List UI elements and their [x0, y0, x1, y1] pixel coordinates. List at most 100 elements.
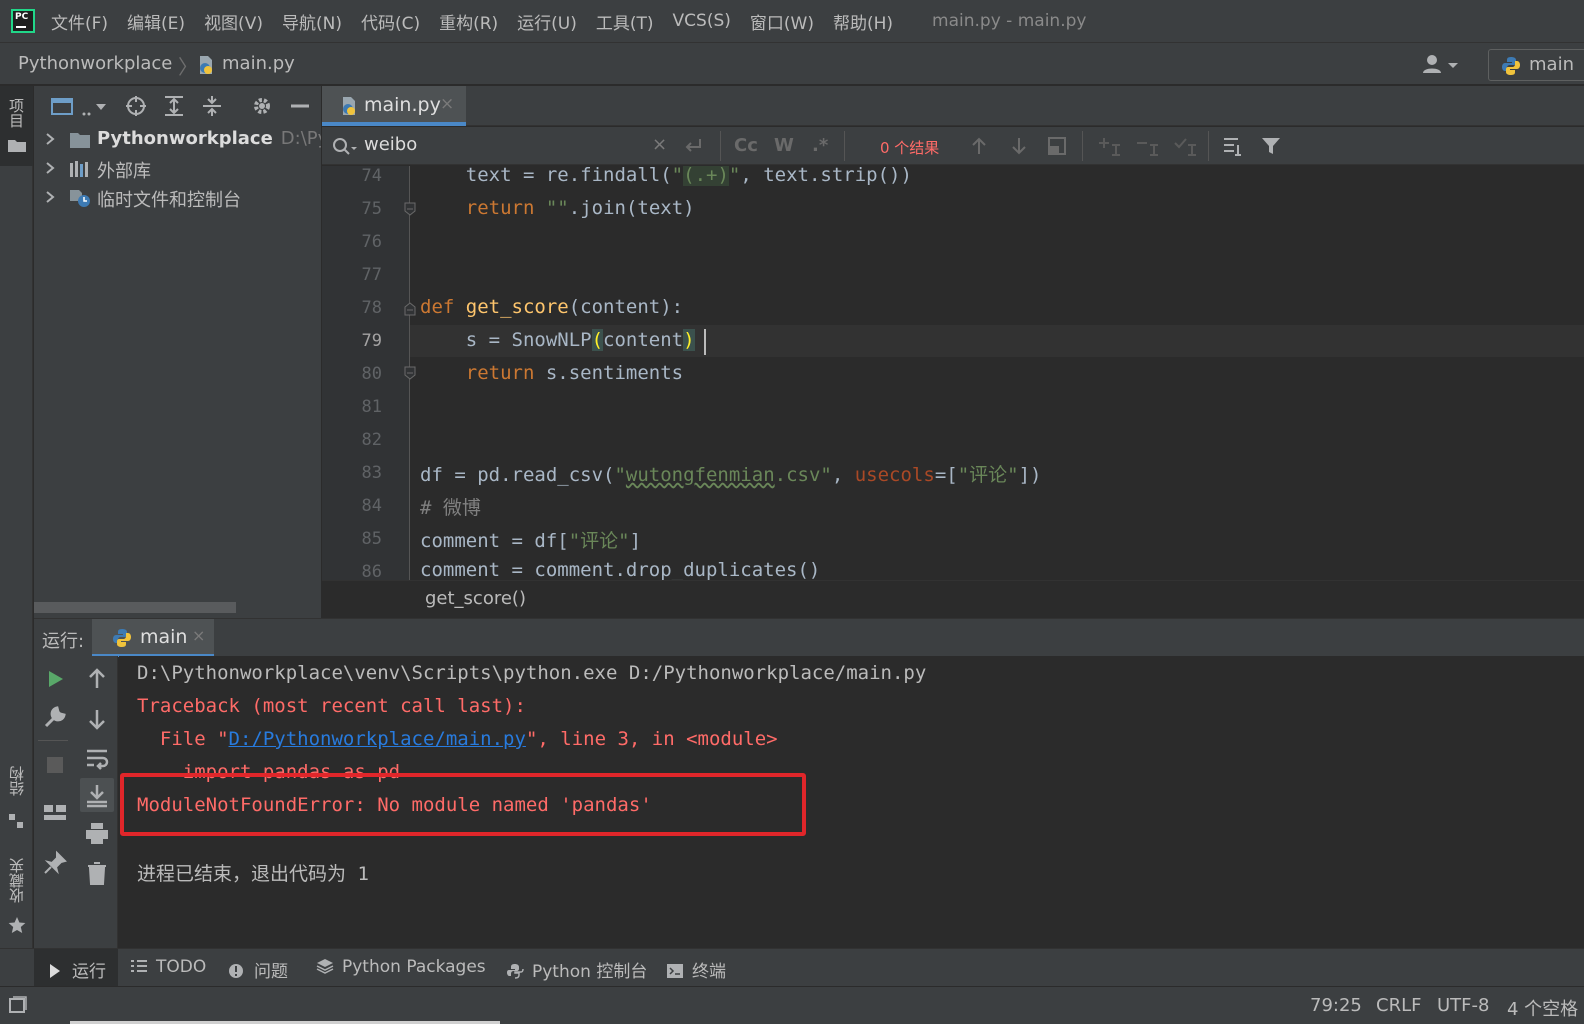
favorites-tool-button[interactable]: 收藏夹: [0, 858, 33, 938]
breadcrumb-project[interactable]: Pythonworkplace: [18, 53, 172, 74]
menu-vcs[interactable]: VCS(S): [673, 11, 731, 31]
line-number: 80: [361, 364, 382, 384]
toolwindow-packages-button[interactable]: Python Packages: [316, 957, 486, 977]
scroll-to-end-toggle[interactable]: [80, 778, 114, 812]
logo-text: PC: [15, 12, 29, 22]
soft-wrap-icon[interactable]: [84, 746, 110, 772]
stop-icon[interactable]: [42, 752, 68, 778]
horizontal-scrollbar[interactable]: [34, 602, 236, 613]
structure-icon: [9, 814, 23, 828]
menu-file[interactable]: 文件(F): [51, 9, 108, 34]
tree-item-scratches[interactable]: 临时文件和控制台: [34, 184, 321, 213]
tree-item-external-libraries[interactable]: 外部库: [34, 155, 321, 184]
tool-windows-toggle-icon[interactable]: [8, 995, 28, 1015]
locate-file-icon[interactable]: [124, 94, 148, 118]
gear-icon[interactable]: [250, 94, 274, 118]
toolwindow-todo-button[interactable]: TODO: [130, 957, 206, 977]
divider: [1082, 131, 1083, 161]
status-bar: 79:25 CRLF UTF-8 4 个空格: [0, 986, 1584, 1024]
remove-occurrence-icon[interactable]: [1134, 135, 1160, 157]
status-caret-position[interactable]: 79:25: [1310, 995, 1362, 1016]
pycharm-logo-icon: PC: [11, 9, 35, 33]
line-number: 74: [361, 166, 382, 186]
previous-occurrence-icon[interactable]: [968, 135, 990, 157]
search-icon[interactable]: [332, 137, 358, 157]
filter-search-results-icon[interactable]: [1222, 135, 1244, 157]
collapse-all-icon[interactable]: [200, 94, 224, 118]
project-tool-button[interactable]: 项目: [0, 86, 33, 166]
toolwindow-python-console-button[interactable]: Python 控制台: [506, 957, 647, 982]
menu-edit[interactable]: 编辑(E): [127, 9, 185, 34]
menu-navigate[interactable]: 导航(N): [282, 9, 342, 34]
close-icon[interactable]: ×: [192, 626, 205, 645]
line-number: 78: [361, 298, 382, 318]
select-all-occurrences-icon[interactable]: [1172, 135, 1198, 157]
menu-view[interactable]: 视图(V): [204, 9, 263, 34]
menu-window[interactable]: 窗口(W): [750, 9, 814, 34]
clear-search-icon[interactable]: ×: [652, 134, 667, 155]
next-occurrence-icon[interactable]: [1008, 135, 1030, 157]
hide-panel-icon[interactable]: [288, 94, 312, 118]
match-case-toggle[interactable]: Cc: [734, 135, 758, 156]
breadcrumb-function[interactable]: get_score(): [425, 588, 526, 609]
line-number: 75: [361, 199, 382, 219]
status-line-separator[interactable]: CRLF: [1376, 995, 1421, 1016]
structure-tool-button[interactable]: 结构: [0, 766, 33, 836]
close-icon[interactable]: ×: [440, 94, 454, 114]
view-mode-icon[interactable]: [50, 94, 110, 118]
whole-words-toggle[interactable]: W: [774, 135, 794, 156]
expand-all-icon[interactable]: [162, 94, 186, 118]
run-tab-main[interactable]: main ×: [92, 619, 214, 657]
status-encoding[interactable]: UTF-8: [1437, 995, 1489, 1016]
breadcrumb-file[interactable]: main.py: [222, 53, 295, 74]
star-icon: [8, 917, 26, 933]
layers-icon: [316, 959, 334, 974]
menu-tools[interactable]: 工具(T): [596, 9, 654, 34]
user-account-icon[interactable]: [1420, 53, 1462, 77]
warning-circle-icon: [229, 964, 243, 978]
arrow-down-icon[interactable]: [84, 706, 110, 732]
wrench-icon[interactable]: [42, 704, 68, 730]
print-icon[interactable]: [84, 820, 110, 846]
toolwindow-problems-button[interactable]: 问题: [228, 957, 288, 982]
tree-item-project[interactable]: Pythonworkplace D:\Pyth: [34, 126, 321, 155]
fold-end-icon[interactable]: [404, 366, 416, 380]
console-traceback: Traceback (most recent call last):: [137, 695, 526, 717]
find-input[interactable]: weibo: [364, 134, 664, 155]
layout-icon[interactable]: [42, 800, 68, 826]
add-occurrence-icon[interactable]: [1096, 135, 1122, 157]
console-file-suffix: ", line 3, in <module>: [525, 728, 778, 750]
rerun-icon[interactable]: [42, 666, 68, 692]
terminal-icon: [667, 964, 683, 978]
new-line-icon[interactable]: [682, 137, 704, 157]
console-exit-message: 进程已结束，退出代码为 1: [137, 863, 369, 885]
navigation-bar: Pythonworkplace 〉 main.py main: [0, 42, 1584, 85]
filter-icon[interactable]: [1260, 135, 1282, 157]
menu-refactor[interactable]: 重构(R): [439, 9, 498, 34]
chevron-right-icon[interactable]: [44, 190, 56, 204]
toolwindow-run-button[interactable]: 运行: [34, 949, 118, 987]
menu-code[interactable]: 代码(C): [361, 9, 420, 34]
run-configuration-selector[interactable]: main: [1488, 49, 1584, 81]
console-file-line: File "D:/Pythonworkplace/main.py", line …: [137, 728, 778, 750]
fold-end-icon[interactable]: [404, 202, 416, 216]
code-editor[interactable]: 74 75 76 77 78 79 80 81 82 83 84 85 86 t…: [322, 166, 1584, 580]
menu-help[interactable]: 帮助(H): [833, 9, 893, 34]
project-tool-label: 项目: [7, 98, 25, 128]
trash-icon[interactable]: [84, 860, 110, 886]
tab-main-py[interactable]: main.py ×: [322, 86, 466, 126]
arrow-up-icon[interactable]: [84, 666, 110, 692]
chevron-right-icon[interactable]: [44, 132, 56, 146]
regex-toggle[interactable]: .*: [812, 135, 828, 156]
fold-start-icon[interactable]: [404, 302, 416, 316]
chevron-right-icon[interactable]: [44, 161, 56, 175]
console-command: D:\Pythonworkplace\venv\Scripts\python.e…: [137, 662, 927, 684]
status-indent[interactable]: 4 个空格: [1507, 995, 1578, 1021]
menu-run[interactable]: 运行(U): [517, 9, 577, 34]
open-in-window-icon[interactable]: [1046, 135, 1068, 157]
editor-tab-bar: main.py ×: [322, 86, 1584, 126]
line-number: 83: [361, 463, 382, 483]
toolwindow-terminal-button[interactable]: 终端: [666, 957, 726, 982]
console-file-link[interactable]: D:/Pythonworkplace/main.py: [229, 728, 526, 750]
pin-icon[interactable]: [42, 850, 68, 876]
